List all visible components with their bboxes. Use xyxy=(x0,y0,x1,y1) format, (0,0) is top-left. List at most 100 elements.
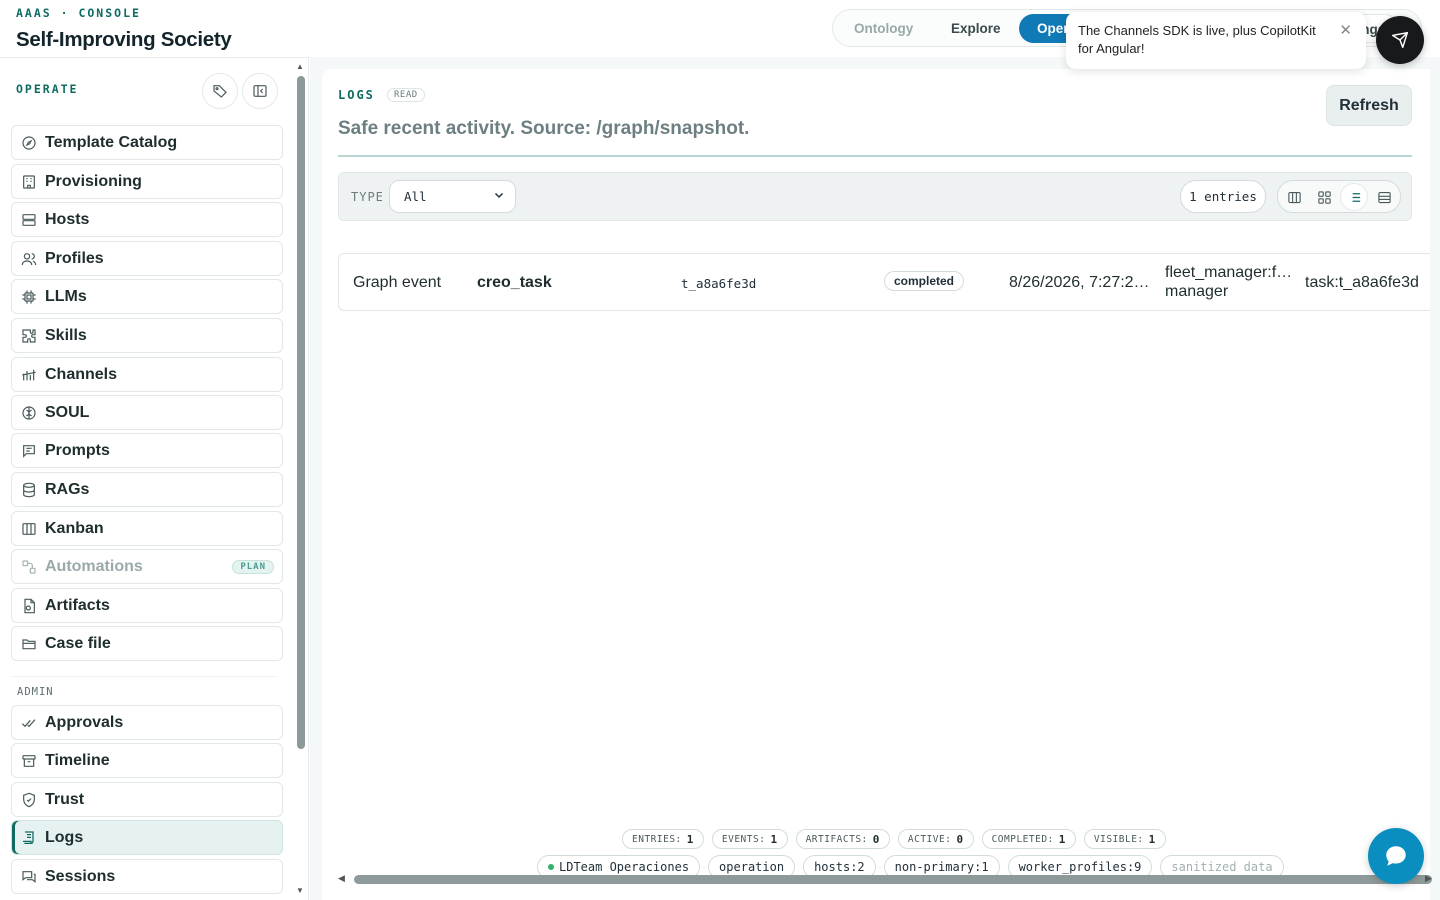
close-icon[interactable]: ✕ xyxy=(1339,22,1352,40)
view-grid-button[interactable] xyxy=(1311,184,1337,210)
admin-divider xyxy=(11,676,277,677)
nav-label: Timeline xyxy=(45,751,110,769)
grid-view-icon xyxy=(1317,190,1331,204)
chat-bubble-icon xyxy=(1386,846,1406,866)
stat-completed: COMPLETED: 1 xyxy=(981,829,1076,849)
nav-label: Prompts xyxy=(45,441,110,459)
nav-item-provisioning[interactable]: Provisioning xyxy=(11,164,283,199)
nav-item-rags[interactable]: RAGs xyxy=(11,472,283,507)
nav-item-timeline[interactable]: Timeline xyxy=(11,743,283,778)
nav-item-case-file[interactable]: Case file xyxy=(11,626,283,661)
section-label-operate: OPERATE xyxy=(16,82,79,96)
compass-icon xyxy=(21,135,37,151)
logs-kicker: LOGS xyxy=(338,88,375,102)
nav-label: LLMs xyxy=(45,287,87,305)
nav-item-prompts[interactable]: Prompts xyxy=(11,433,283,468)
nav-item-template-catalog[interactable]: Template Catalog xyxy=(11,125,283,160)
hscroll-left[interactable]: ◀ xyxy=(338,873,345,884)
type-label: TYPE xyxy=(351,190,384,204)
nav-item-trust[interactable]: Trust xyxy=(11,782,283,817)
view-table-button[interactable] xyxy=(1371,184,1397,210)
sidebar-scroll-up[interactable]: ▲ xyxy=(296,62,304,71)
tag-icon xyxy=(213,85,227,98)
tab-explore[interactable]: Explore xyxy=(933,14,1019,43)
nav-item-llms[interactable]: LLMs xyxy=(11,279,283,314)
nav-item-sessions[interactable]: Sessions xyxy=(11,859,283,894)
section-label-admin: ADMIN xyxy=(17,686,54,698)
workflow-icon xyxy=(21,559,37,575)
puzzle-icon xyxy=(21,328,37,344)
plan-badge: PLAN xyxy=(232,560,274,574)
view-list-button[interactable] xyxy=(1341,184,1367,210)
file-icon xyxy=(21,598,37,614)
type-select[interactable]: All xyxy=(389,180,516,213)
nav-item-automations[interactable]: Automations PLAN xyxy=(11,549,283,584)
message-icon xyxy=(21,443,37,459)
tab-ontology[interactable]: Ontology xyxy=(836,14,931,43)
nav-label: Kanban xyxy=(45,519,104,537)
log-row[interactable]: Graph event creo_task t_a8a6fe3d complet… xyxy=(338,253,1430,311)
collapse-sidebar-button[interactable] xyxy=(242,73,278,109)
page-title: Self-Improving Society xyxy=(16,28,232,51)
nav-label: SOUL xyxy=(45,403,90,421)
main-area: LOGS READ Safe recent activity. Source: … xyxy=(310,57,1440,900)
logs-subtitle: Safe recent activity. Source: /graph/sna… xyxy=(338,118,750,139)
nav-label: Channels xyxy=(45,365,118,383)
nav-item-skills[interactable]: Skills xyxy=(11,318,283,353)
nav-label: Provisioning xyxy=(45,172,142,190)
tag-filter-button[interactable] xyxy=(202,73,238,109)
view-columns-button[interactable] xyxy=(1281,184,1307,210)
nav-label: Automations xyxy=(45,557,143,575)
toast-message: The Channels SDK is live, plus CopilotKi… xyxy=(1078,23,1316,56)
logs-icon xyxy=(21,830,37,846)
status-badge: completed xyxy=(884,271,965,291)
nav-item-artifacts[interactable]: Artifacts xyxy=(11,588,283,623)
copilot-launcher-button[interactable] xyxy=(1376,16,1424,64)
nav-label: Profiles xyxy=(45,249,104,267)
stats-bar: ENTRIES: 1 EVENTS: 1 ARTIFACTS: 0 ACTIVE: 0 … xyxy=(622,829,1166,849)
nav-label: Logs xyxy=(45,828,84,846)
panel-collapse-icon xyxy=(253,85,267,97)
nav-item-kanban[interactable]: Kanban xyxy=(11,511,283,546)
list-view-icon xyxy=(1349,192,1360,202)
brand-kicker: AAAS · CONSOLE xyxy=(16,6,141,20)
columns-view-icon xyxy=(1287,191,1301,203)
check-icon xyxy=(21,715,37,731)
sidebar-scroll-down[interactable]: ▼ xyxy=(296,886,304,895)
nav-label: Case file xyxy=(45,634,111,652)
read-badge: READ xyxy=(387,88,425,102)
building-icon xyxy=(21,174,37,190)
log-time: 8/26/2026, 7:27:2… xyxy=(1009,274,1150,291)
horizontal-scrollbar[interactable] xyxy=(354,875,1432,884)
table-view-icon xyxy=(1377,191,1391,203)
chat-icon xyxy=(21,869,37,885)
hscroll-right[interactable]: ▶ xyxy=(1425,873,1432,884)
header-divider xyxy=(338,155,1412,157)
users-icon xyxy=(21,251,37,267)
log-id: t_a8a6fe3d xyxy=(681,276,757,291)
type-select-value: All xyxy=(404,189,427,204)
signal-icon xyxy=(21,367,37,383)
refresh-button[interactable]: Refresh xyxy=(1326,85,1412,126)
nav-item-profiles[interactable]: Profiles xyxy=(11,241,283,276)
chat-launcher-button[interactable] xyxy=(1368,828,1424,884)
stat-entries: ENTRIES: 1 xyxy=(622,829,704,849)
nav-item-channels[interactable]: Channels xyxy=(11,357,283,392)
nav-item-approvals[interactable]: Approvals xyxy=(11,705,283,740)
announcement-toast: The Channels SDK is live, plus CopilotKi… xyxy=(1066,12,1366,69)
nav-label: Hosts xyxy=(45,210,90,228)
entries-count: 1 entries xyxy=(1180,180,1266,213)
log-actor: fleet_manager:f… manager xyxy=(1165,263,1295,301)
stat-events: EVENTS: 1 xyxy=(711,829,788,849)
nav-label: Approvals xyxy=(45,713,124,731)
nav-item-soul[interactable]: SOUL xyxy=(11,395,283,430)
database-icon xyxy=(21,482,37,498)
archive-icon xyxy=(21,753,37,769)
server-icon xyxy=(21,212,37,228)
columns-icon xyxy=(21,521,37,537)
nav-item-hosts[interactable]: Hosts xyxy=(11,202,283,237)
paper-plane-icon xyxy=(1391,31,1409,49)
filter-bar: TYPE All 1 entries xyxy=(338,172,1412,221)
sidebar-scrollbar[interactable] xyxy=(297,76,305,749)
nav-item-logs[interactable]: Logs xyxy=(11,820,283,855)
